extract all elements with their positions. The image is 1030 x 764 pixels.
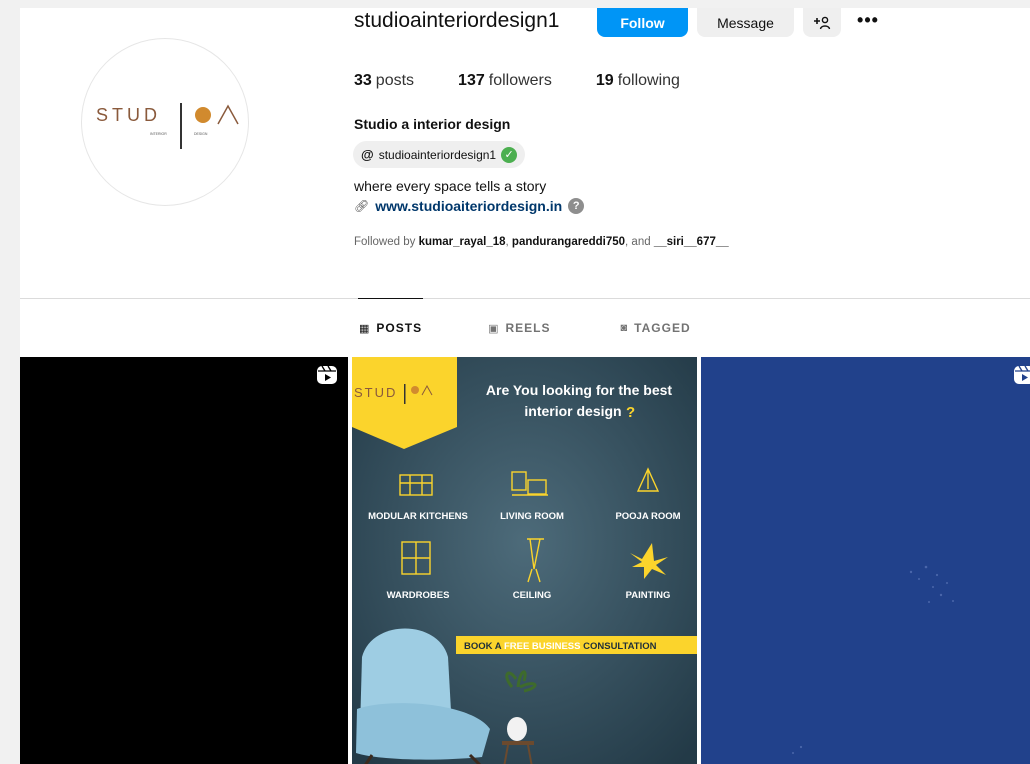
followed-by-user[interactable]: kumar_rayal_18	[419, 236, 506, 248]
active-tab-indicator	[358, 298, 423, 299]
suggest-users-button[interactable]	[803, 8, 841, 37]
cta-text: BOOK A FREE BUSINESS CONSULTATION	[464, 641, 657, 652]
follow-button[interactable]: Follow	[597, 8, 688, 37]
post-image-blue	[701, 357, 1030, 764]
logo-sub-left: INTERIOR	[150, 132, 167, 136]
tabs-divider	[20, 298, 1030, 299]
post-image-interior-ad: STUD Are You looking for the best interi…	[352, 357, 697, 764]
followed-by-prefix: Followed by	[354, 236, 419, 248]
profile-stats: 33 posts 137 followers 19 following	[354, 72, 724, 90]
post-headline-2: interior design	[524, 403, 621, 419]
website-link[interactable]: www.studioaiteriordesign.in	[375, 198, 562, 214]
tab-posts[interactable]: ▦ POSTS	[359, 321, 422, 335]
followers-stat[interactable]: 137 followers	[458, 72, 552, 90]
followed-by-user[interactable]: pandurangareddi750	[512, 236, 625, 248]
profile-tabs: ▦ POSTS ▣ REELS ◙ TAGGED	[359, 321, 691, 335]
post-tile[interactable]	[701, 357, 1030, 764]
tab-reels-label: REELS	[505, 321, 551, 335]
service-label: PAINTING	[626, 590, 671, 601]
more-dots-icon: •••	[857, 10, 879, 30]
profile-avatar[interactable]: STUD INTERIOR DESIGN	[81, 38, 249, 206]
posts-stat[interactable]: 33 posts	[354, 72, 414, 90]
grid-icon: ▦	[359, 322, 371, 335]
following-stat[interactable]: 19 following	[596, 72, 680, 90]
service-label: MODULAR KITCHENS	[368, 511, 468, 522]
threads-badge[interactable]: @ studioainteriordesign1 ✓	[353, 141, 526, 168]
verified-check-icon: ✓	[501, 146, 518, 163]
reels-icon: ▣	[488, 322, 500, 335]
post-headline-qmark: ?	[626, 404, 635, 421]
following-count: 19	[595, 72, 614, 89]
logo-bar	[180, 103, 182, 149]
followed-by-text[interactable]: Followed by kumar_rayal_18, pandurangare…	[354, 236, 729, 248]
logo-a-shape	[217, 104, 239, 125]
posts-label: posts	[375, 72, 415, 89]
logo-text: STUD	[96, 105, 161, 125]
more-options-button[interactable]: •••	[850, 8, 886, 37]
link-icon: 🔗︎	[354, 199, 370, 213]
service-label: WARDROBES	[387, 590, 450, 601]
followed-by-separator: , and	[625, 236, 654, 248]
profile-bio: where every space tells a story	[354, 178, 547, 194]
service-label: CEILING	[513, 590, 552, 601]
followers-count: 137	[458, 72, 485, 89]
service-label: LIVING ROOM	[500, 511, 564, 522]
logo-sub-right: DESIGN	[194, 132, 208, 136]
post-tile[interactable]: STUD Are You looking for the best interi…	[352, 357, 697, 764]
studio-a-logo: STUD INTERIOR DESIGN	[96, 103, 239, 149]
logo-dot	[195, 107, 211, 123]
post-logo-text: STUD	[354, 385, 397, 400]
followers-label: followers	[488, 72, 552, 89]
reel-icon	[317, 365, 337, 384]
tab-tagged-label: TAGGED	[634, 321, 691, 335]
tab-reels[interactable]: ▣ REELS	[488, 321, 550, 335]
tab-posts-label: POSTS	[376, 321, 423, 335]
add-user-icon	[814, 16, 831, 29]
profile-username: studioainteriordesign1	[354, 9, 560, 32]
profile-page: STUD INTERIOR DESIGN studioainteriordesi…	[20, 8, 1030, 764]
post-tile[interactable]	[20, 357, 348, 764]
post-headline-1: Are You looking for the best	[486, 382, 673, 398]
following-label: following	[617, 72, 680, 89]
website-link-row: 🔗︎ www.studioaiteriordesign.in ?	[354, 198, 585, 214]
tab-tagged[interactable]: ◙ TAGGED	[621, 321, 691, 335]
tagged-icon: ◙	[620, 322, 629, 334]
followed-by-user[interactable]: __siri__677__	[654, 236, 729, 248]
threads-icon: @	[361, 147, 374, 162]
reel-icon	[1014, 365, 1030, 384]
service-label: POOJA ROOM	[615, 511, 680, 522]
profile-full-name: Studio a interior design	[354, 116, 511, 132]
link-info-icon[interactable]: ?	[568, 198, 585, 214]
posts-count: 33	[354, 72, 372, 89]
message-button[interactable]: Message	[697, 8, 794, 37]
threads-handle: studioainteriordesign1	[378, 147, 497, 162]
